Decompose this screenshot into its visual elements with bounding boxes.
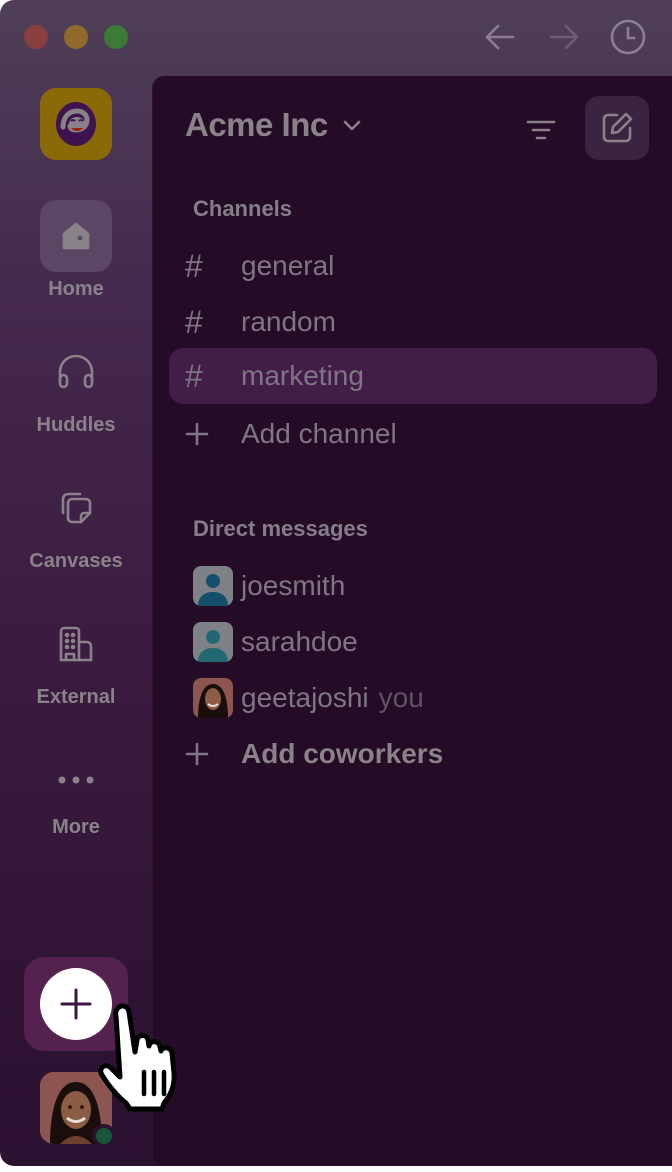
rail-label: External bbox=[36, 686, 116, 708]
dm-row-sarahdoe[interactable]: sarahdoe bbox=[169, 614, 657, 670]
rail-item-huddles[interactable]: Huddles bbox=[0, 336, 152, 437]
rail-icon-container bbox=[40, 608, 112, 680]
rail-label: Huddles bbox=[36, 414, 116, 436]
rail-label: Canvases bbox=[29, 550, 123, 572]
compose-icon bbox=[602, 112, 633, 143]
channel-name: general bbox=[241, 250, 335, 281]
add-channel-button[interactable]: Add channel bbox=[169, 406, 657, 462]
hash-icon: # bbox=[185, 303, 203, 340]
history-button[interactable] bbox=[606, 18, 650, 56]
plus-icon bbox=[185, 742, 241, 766]
presence-indicator bbox=[92, 1124, 116, 1148]
default-avatar-icon bbox=[193, 566, 233, 606]
rail-icon-container bbox=[40, 744, 112, 816]
hash-icon: # bbox=[185, 247, 203, 284]
compose-button[interactable] bbox=[585, 96, 649, 160]
add-coworkers-label: Add coworkers bbox=[241, 738, 444, 769]
canvas-icon bbox=[61, 492, 92, 524]
add-channel-label: Add channel bbox=[241, 418, 397, 449]
plus-icon bbox=[185, 422, 241, 446]
hand-pointer-cursor bbox=[98, 1003, 177, 1112]
dm-row-geetajoshi[interactable]: geetajoshi you bbox=[169, 670, 657, 726]
home-icon bbox=[62, 222, 90, 250]
plus-icon bbox=[60, 988, 92, 1020]
hash-icon: # bbox=[185, 357, 203, 394]
default-avatar-icon bbox=[193, 622, 233, 662]
rail-item-external[interactable]: External bbox=[0, 608, 152, 709]
window-close-button[interactable] bbox=[24, 25, 48, 49]
filter-icon bbox=[526, 120, 556, 140]
headphones-icon bbox=[58, 354, 94, 389]
rail-label: More bbox=[52, 816, 100, 838]
clock-icon bbox=[610, 19, 646, 55]
dm-name: geetajoshi bbox=[241, 682, 369, 713]
add-coworkers-button[interactable]: Add coworkers bbox=[169, 726, 657, 782]
rail-item-home[interactable]: Home bbox=[0, 200, 152, 301]
rail-icon-container bbox=[40, 472, 112, 544]
dms-section-title[interactable]: Direct messages bbox=[193, 516, 368, 542]
channel-name: random bbox=[241, 306, 336, 337]
window-maximize-button[interactable] bbox=[104, 25, 128, 49]
rail-item-more[interactable]: More bbox=[0, 744, 152, 839]
sidebar-panel: Acme Inc Channels # general # random # m… bbox=[152, 76, 672, 1166]
channel-row-marketing[interactable]: # marketing bbox=[169, 348, 657, 404]
filter-button[interactable] bbox=[521, 112, 561, 148]
more-icon bbox=[58, 776, 94, 784]
workspace-name: Acme Inc bbox=[185, 106, 328, 143]
rail-label: Home bbox=[48, 278, 104, 300]
back-button[interactable] bbox=[480, 18, 520, 56]
rail-icon-container bbox=[40, 200, 112, 272]
channel-row-random[interactable]: # random bbox=[169, 294, 657, 350]
chevron-down-icon bbox=[343, 120, 361, 131]
channels-section-title[interactable]: Channels bbox=[193, 196, 292, 222]
sloth-logo-icon bbox=[56, 102, 96, 146]
arrow-right-icon bbox=[549, 24, 579, 50]
rail-item-canvases[interactable]: Canvases bbox=[0, 472, 152, 573]
forward-button[interactable] bbox=[544, 18, 584, 56]
dm-name: sarahdoe bbox=[241, 626, 358, 657]
channel-row-general[interactable]: # general bbox=[169, 238, 657, 294]
workspace-logo-button[interactable] bbox=[40, 88, 112, 160]
building-icon bbox=[59, 626, 93, 662]
window-minimize-button[interactable] bbox=[64, 25, 88, 49]
you-label: you bbox=[378, 682, 424, 713]
dm-row-joesmith[interactable]: joesmith bbox=[169, 558, 657, 614]
arrow-left-icon bbox=[485, 24, 515, 50]
channel-name: marketing bbox=[241, 360, 364, 391]
rail-icon-container bbox=[40, 336, 112, 408]
photo-avatar bbox=[193, 678, 233, 718]
workspace-switcher[interactable]: Acme Inc bbox=[185, 106, 362, 144]
dm-name: joesmith bbox=[241, 570, 346, 601]
app-window: Home Huddles Canvases External More Acme… bbox=[0, 0, 672, 1166]
